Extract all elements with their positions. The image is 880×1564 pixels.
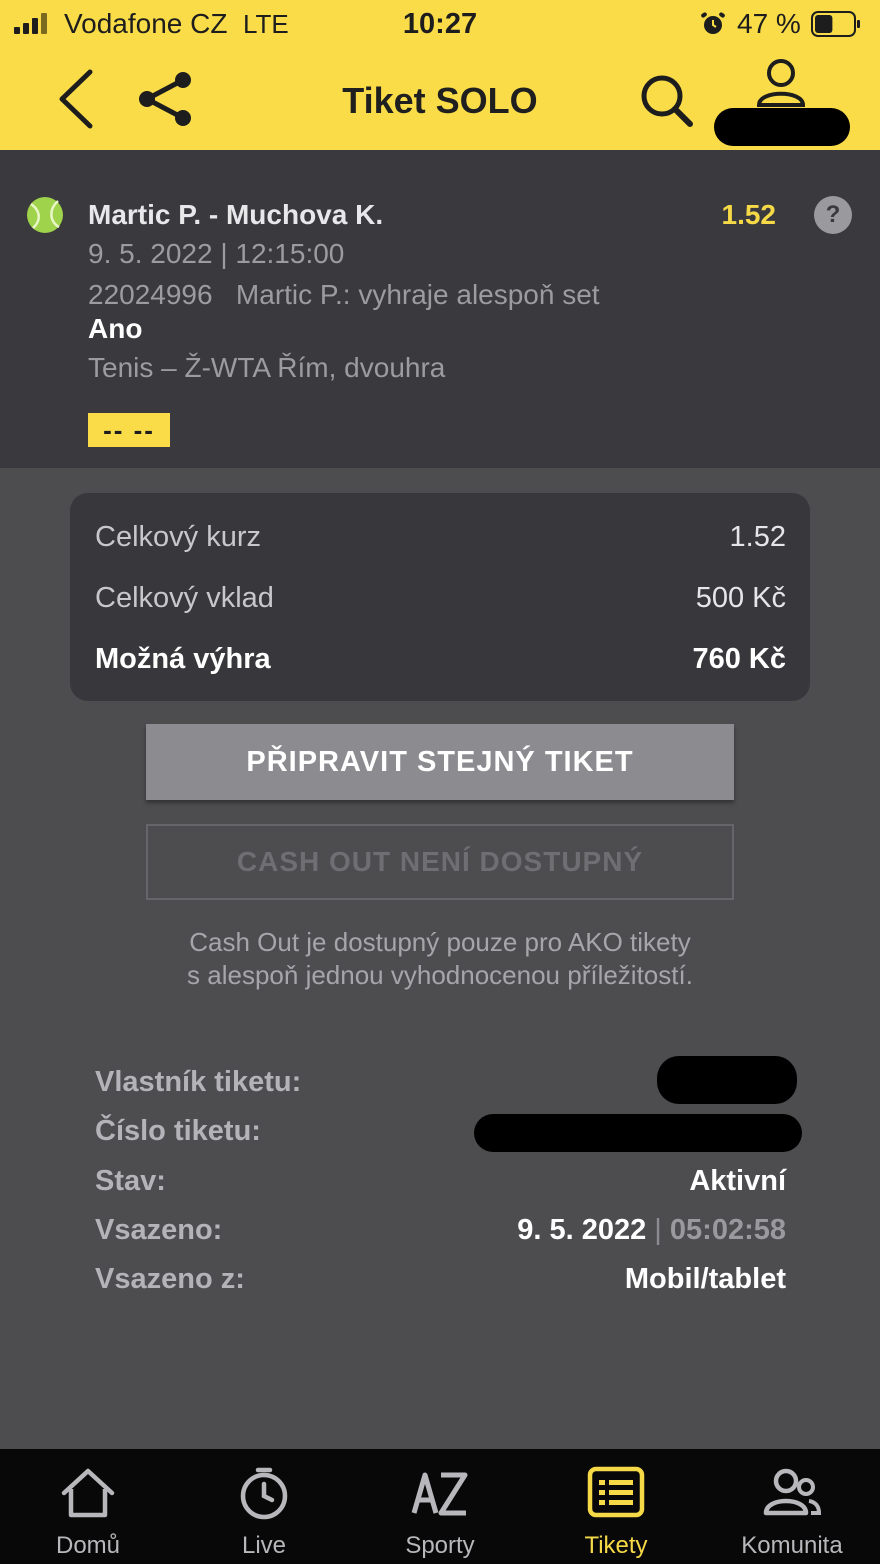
search-icon[interactable] [638,72,694,128]
cashout-note: Cash Out je dostupný pouze pro AKO tiket… [100,926,780,992]
live-clock-icon [240,1467,288,1520]
placed-value: 9. 5. 2022 | 05:02:58 [420,1214,786,1247]
source-label: Vsazeno z: [95,1263,245,1295]
bottom-tab-bar: Domů Live Sporty Tikety Komunita [0,1449,880,1564]
total-odds-value: 1.52 [729,521,786,553]
placed-date: 9. 5. 2022 [517,1214,647,1246]
competition: Tenis – Ž-WTA Řím, dvouhra [88,352,446,383]
az-icon [411,1472,468,1516]
total-odds-label: Celkový kurz [95,521,261,553]
potential-win-label: Možná výhra [95,643,271,675]
source-value: Mobil/tablet [624,1263,786,1295]
tab-label: Komunita [741,1532,843,1559]
tab-label: Domů [55,1532,121,1559]
ticket-number-label: Číslo tiketu: [95,1115,261,1147]
redacted-owner [657,1056,797,1104]
placed-time: 05:02:58 [669,1214,786,1246]
tab-label: Tikety [584,1532,648,1559]
status-label: Stav: [95,1165,166,1197]
tab-community[interactable]: Komunita [704,1449,880,1564]
market-name: Martic P.: vyhraje alespoň set [235,279,600,310]
tennis-ball-icon [27,197,63,233]
match-datetime: 9. 5. 2022 | 12:15:00 [88,238,345,269]
tab-sports[interactable]: Sporty [352,1449,528,1564]
status-value: Aktivní [689,1165,786,1197]
cashout-note-line-2: s alespoň jednou vyhodnocenou příležitos… [187,960,693,990]
battery-percent: 47 % [737,8,801,39]
potential-win-value: 760 Kč [692,643,786,675]
match-odds: 1.52 [721,199,777,230]
tab-label: Live [241,1532,287,1559]
bet-market: 22024996 Martic P.: vyhraje alespoň set [88,279,600,311]
user-icon[interactable] [756,56,806,108]
event-id: 22024996 [88,279,213,310]
repeat-ticket-button[interactable]: PŘIPRAVIT STEJNÝ TIKET [146,724,734,800]
result-badge: -- -- [88,413,170,447]
redacted-username [714,108,850,146]
owner-label: Vlastník tiketu: [95,1066,302,1098]
app-header: Vodafone CZ LTE 10:27 47 % Tiket SOLO [0,0,880,150]
tab-tickets[interactable]: Tikety [528,1449,704,1564]
total-stake-value: 500 Kč [695,582,786,614]
help-icon[interactable]: ? [814,196,852,234]
battery-icon [811,11,860,37]
placed-label: Vsazeno: [95,1214,223,1246]
community-icon [763,1468,822,1516]
total-stake-label: Celkový vklad [95,582,274,614]
bet-pick: Ano [88,313,143,344]
match-name: Martic P. - Muchova K. [88,199,384,230]
redacted-ticket-number [474,1114,802,1152]
alarm-icon [701,12,725,34]
status-bar: Vodafone CZ LTE 10:27 47 % [0,0,880,50]
home-icon [61,1468,115,1518]
cashout-button: CASH OUT NENÍ DOSTUPNÝ [146,824,734,900]
ticket-icon [587,1466,645,1518]
cashout-note-line-1: Cash Out je dostupný pouze pro AKO tiket… [189,927,691,957]
tab-live[interactable]: Live [176,1449,352,1564]
placed-separator: | [654,1214,662,1246]
tab-home[interactable]: Domů [0,1449,176,1564]
tab-label: Sporty [405,1532,475,1559]
